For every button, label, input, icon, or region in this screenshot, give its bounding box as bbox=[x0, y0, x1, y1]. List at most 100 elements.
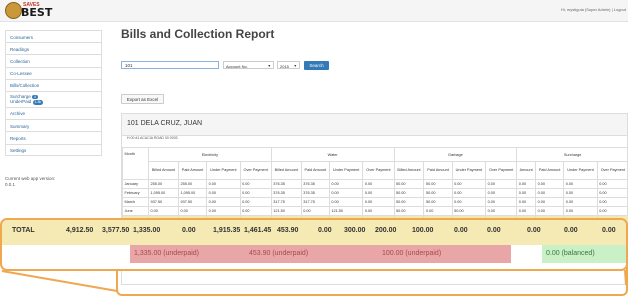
table-cell: 0.00 bbox=[563, 188, 598, 198]
zoomed-total-cell: 0.00 bbox=[318, 227, 332, 234]
table-cell: 0.00 bbox=[239, 197, 272, 207]
column-header: Under Payment bbox=[206, 161, 241, 180]
callout-connector-left bbox=[1, 270, 117, 292]
table-group-header: Month Electricity Water Garbage Surcharg… bbox=[122, 147, 628, 180]
column-header: Billed Amount bbox=[270, 161, 302, 180]
table-cell: 50.00 bbox=[423, 188, 453, 198]
logo[interactable]: SAVES BEST bbox=[5, 2, 52, 20]
table-cell: 376.35 bbox=[270, 179, 302, 189]
column-header: Amount bbox=[516, 161, 537, 180]
row-month: January bbox=[122, 179, 149, 189]
sidebar-item-summary[interactable]: Summary bbox=[5, 119, 102, 132]
table-cell: 50.00 bbox=[451, 206, 487, 216]
consumer-address: H 00 #1 ACACIA ROAD 00 0003 bbox=[127, 136, 178, 140]
table-cell: 0.00 bbox=[516, 188, 537, 198]
group-header: Water bbox=[270, 147, 395, 162]
table-cell: 0.00 bbox=[563, 197, 598, 207]
table-cell: 0.00 bbox=[563, 179, 598, 189]
column-header: Paid Amount bbox=[177, 161, 208, 180]
table-cell: 0.00 bbox=[516, 197, 537, 207]
user-info: Hi, mystiguia (Super Admin) | Logout bbox=[561, 7, 626, 12]
row-month: March bbox=[122, 197, 149, 207]
column-header: Billed Amount bbox=[393, 161, 425, 180]
zoomed-total-cell: 100.00 bbox=[412, 227, 434, 234]
table-cell: 0.00 bbox=[485, 179, 518, 189]
zoomed-total-cell: 3,577.50 bbox=[102, 227, 130, 234]
group-header: Surcharge bbox=[516, 147, 628, 162]
table-cell: 0.00 bbox=[328, 188, 364, 198]
table-cell: 0.00 bbox=[485, 197, 518, 207]
zoomed-water-status: 453.90 (underpaid) bbox=[245, 245, 378, 263]
zoomed-total-cell: 200.00 bbox=[375, 227, 397, 234]
zoomed-total-cell: 4,912.50 bbox=[66, 227, 94, 234]
table-cell: 121.50 bbox=[328, 206, 364, 216]
table-cell: 376.35 bbox=[300, 188, 330, 198]
top-bar: SAVES BEST Hi, mystiguia (Super Admin) |… bbox=[0, 0, 628, 22]
column-header: Over Payment bbox=[596, 161, 628, 180]
row-month: February bbox=[122, 188, 149, 198]
table-cell: 0.00 bbox=[596, 206, 628, 216]
sidebar-item-co-lessee[interactable]: Co-Lessee bbox=[5, 66, 102, 79]
column-header: Over Payment bbox=[362, 161, 395, 180]
table-cell: 376.35 bbox=[300, 179, 330, 189]
app-version-number: 0.0.1 bbox=[5, 182, 16, 187]
table-cell: 376.35 bbox=[270, 188, 302, 198]
table-cell: 0.00 bbox=[362, 179, 395, 189]
table-cell: 0.00 bbox=[362, 206, 395, 216]
table-cell: 0.00 bbox=[148, 206, 179, 216]
search-button[interactable]: Search bbox=[304, 61, 329, 70]
export-excel-button[interactable]: Export as Excel bbox=[121, 94, 164, 104]
table-cell: 0.00 bbox=[535, 188, 565, 198]
column-header: Paid Amount bbox=[300, 161, 330, 180]
table-cell: 50.00 bbox=[393, 179, 425, 189]
table-cell: 0.00 bbox=[535, 206, 565, 216]
sidebar-item-bills-collection[interactable]: Bills/Collection bbox=[5, 78, 102, 91]
table-cell: 317.75 bbox=[270, 197, 302, 207]
table-row: June 0.00 0.00 0.00 0.00 121.50 0.00 121.50 0.00… bbox=[122, 206, 628, 216]
table-cell: 0.00 bbox=[516, 206, 537, 216]
column-header: Paid Amount bbox=[423, 161, 453, 180]
zoomed-total-cell: 300.00 bbox=[344, 227, 366, 234]
table-cell: 1,095.00 bbox=[177, 188, 208, 198]
search-by-value: Account No. bbox=[226, 63, 248, 69]
search-input[interactable]: 101 bbox=[121, 61, 219, 69]
table-cell: 0.00 bbox=[206, 188, 241, 198]
group-header: Garbage bbox=[393, 147, 518, 162]
table-cell: 0.00 bbox=[206, 206, 241, 216]
column-header: Over Payment bbox=[485, 161, 518, 180]
sidebar-item-consumers[interactable]: Consumers bbox=[5, 30, 102, 43]
zoomed-surcharge-status: 0.00 (balanced) bbox=[542, 245, 626, 263]
sidebar-item-reports[interactable]: Reports bbox=[5, 131, 102, 144]
sidebar-item-readings[interactable]: Readings bbox=[5, 42, 102, 55]
zoomed-total-row: TOTAL 4,912.50 3,577.50 1,335.00 0.00 1,… bbox=[2, 220, 626, 245]
group-header: Electricity bbox=[148, 147, 272, 162]
column-header: Billed Amount bbox=[148, 161, 179, 180]
table-cell: 317.75 bbox=[300, 197, 330, 207]
table-cell: 0.00 bbox=[516, 179, 537, 189]
sidebar-item-surcharge-underpaid[interactable]: Surcharge 4 UnderPaid 1.5k bbox=[5, 90, 102, 107]
zoomed-total-cell: 0.00 bbox=[564, 227, 578, 234]
table-cell: 50.00 bbox=[393, 197, 425, 207]
table-cell: 0.00 bbox=[328, 179, 364, 189]
sidebar-item-collection[interactable]: Collection bbox=[5, 54, 102, 67]
chevron-down-icon: ▼ bbox=[267, 63, 271, 68]
app-version: Current web app version: 0.0.1 bbox=[5, 176, 102, 188]
zoomed-total-cell: 0.00 bbox=[602, 227, 616, 234]
table-cell: 0.00 bbox=[451, 179, 487, 189]
table-cell: 50.00 bbox=[393, 206, 425, 216]
zoomed-total-cell: 453.90 bbox=[277, 227, 299, 234]
table-cell: 0.00 bbox=[206, 179, 241, 189]
year-select[interactable]: 2015 ▼ bbox=[277, 61, 300, 69]
logout-link[interactable]: | Logout bbox=[612, 7, 626, 12]
sidebar-item-settings[interactable]: Settings bbox=[5, 143, 102, 156]
table-row: March 937.50 937.50 0.00 0.00 317.75 317.75 0.0… bbox=[122, 197, 628, 207]
panel-header: 101 DELA CRUZ, JUAN bbox=[122, 114, 627, 136]
sidebar-nav: Consumers Readings Collection Co-Lessee … bbox=[5, 30, 102, 156]
zoomed-total-cell: 1,915.35 bbox=[213, 227, 241, 234]
search-by-select[interactable]: Account No. ▼ bbox=[223, 61, 274, 69]
zoomed-total-cell: 0.00 bbox=[487, 227, 501, 234]
table-cell: 0.00 bbox=[239, 188, 272, 198]
table-cell: 255.00 bbox=[177, 179, 208, 189]
underpaid-count-badge: 1.5k bbox=[32, 100, 44, 105]
sidebar-item-archive[interactable]: Archive bbox=[5, 106, 102, 120]
